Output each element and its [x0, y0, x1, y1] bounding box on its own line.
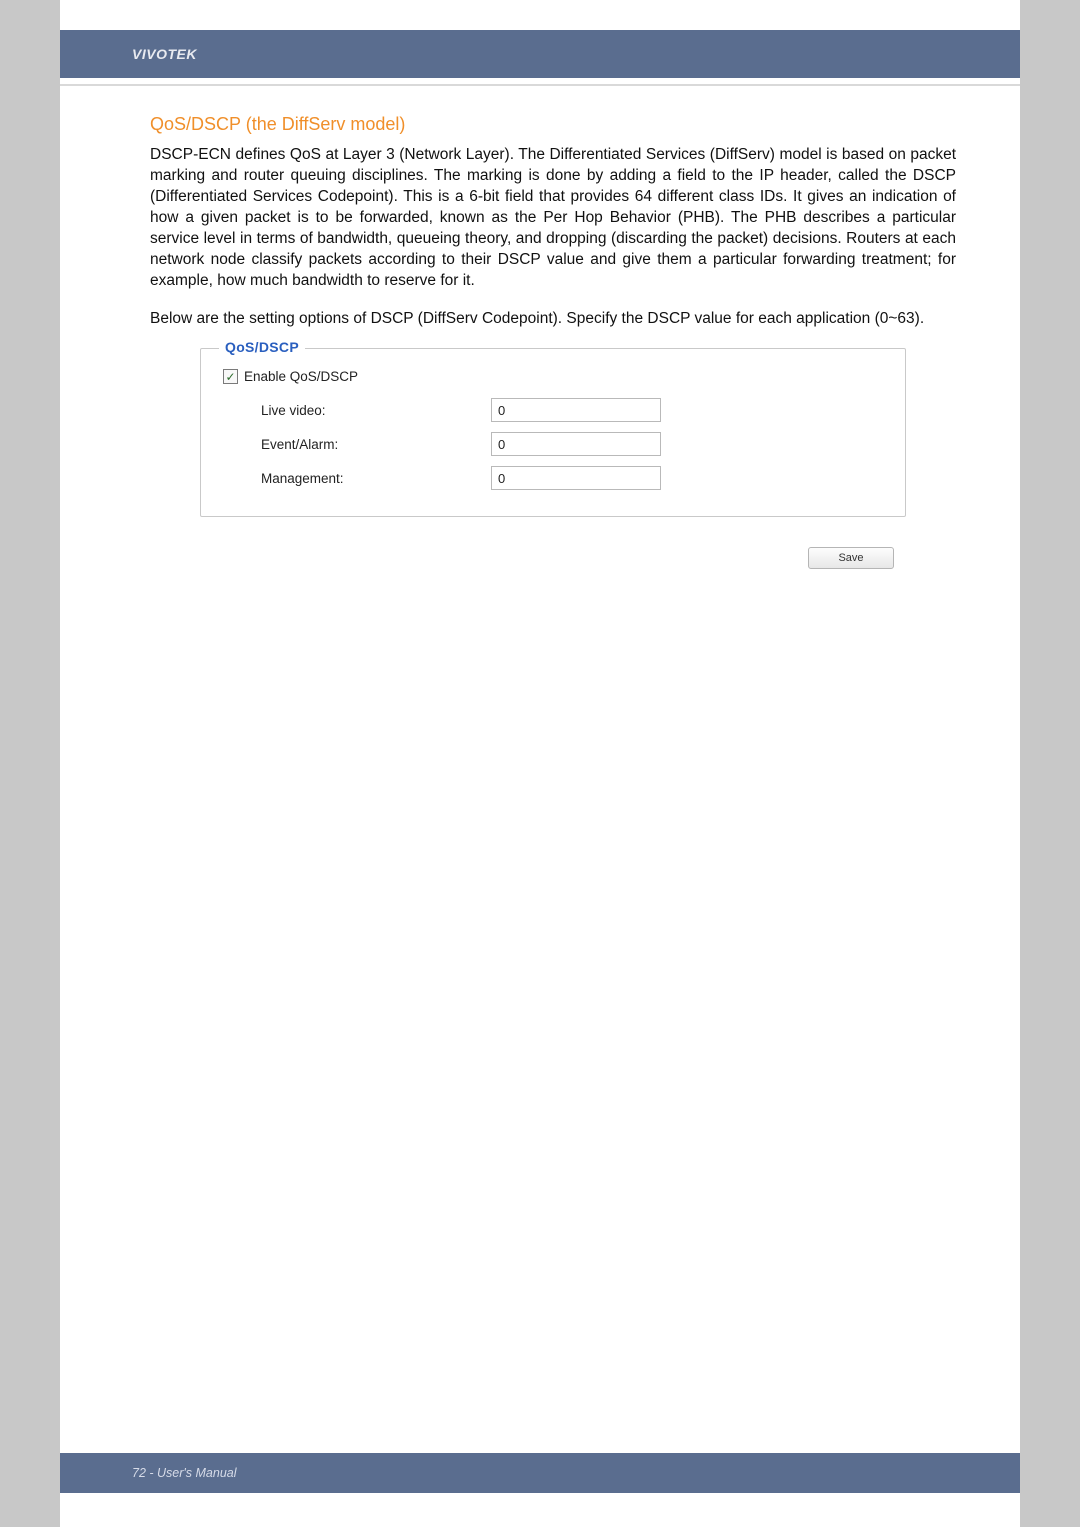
save-row: Save — [150, 547, 956, 569]
event-alarm-row: Event/Alarm: — [261, 432, 889, 456]
event-alarm-label: Event/Alarm: — [261, 437, 491, 452]
live-video-row: Live video: — [261, 398, 889, 422]
paragraph-2: Below are the setting options of DSCP (D… — [150, 309, 956, 330]
footer-band: 72 - User's Manual — [60, 1453, 1020, 1493]
enable-qos-row: ✓ Enable QoS/DSCP — [223, 369, 889, 384]
live-video-label: Live video: — [261, 403, 491, 418]
content-area: QoS/DSCP (the DiffServ model) DSCP-ECN d… — [60, 86, 1020, 569]
management-input[interactable] — [491, 466, 661, 490]
section-title: QoS/DSCP (the DiffServ model) — [150, 114, 956, 135]
enable-qos-checkbox[interactable]: ✓ — [223, 369, 238, 384]
footer-text: 72 - User's Manual — [132, 1466, 237, 1480]
enable-qos-label: Enable QoS/DSCP — [244, 369, 358, 384]
qos-dscp-fieldset: QoS/DSCP ✓ Enable QoS/DSCP Live video: E… — [200, 348, 906, 517]
page: VIVOTEK QoS/DSCP (the DiffServ model) DS… — [60, 0, 1020, 1527]
header-band: VIVOTEK — [60, 30, 1020, 78]
event-alarm-input[interactable] — [491, 432, 661, 456]
brand-label: VIVOTEK — [132, 46, 197, 62]
paragraph-1: DSCP-ECN defines QoS at Layer 3 (Network… — [150, 145, 956, 291]
live-video-input[interactable] — [491, 398, 661, 422]
fieldset-legend: QoS/DSCP — [219, 339, 305, 355]
management-row: Management: — [261, 466, 889, 490]
management-label: Management: — [261, 471, 491, 486]
save-button[interactable]: Save — [808, 547, 894, 569]
